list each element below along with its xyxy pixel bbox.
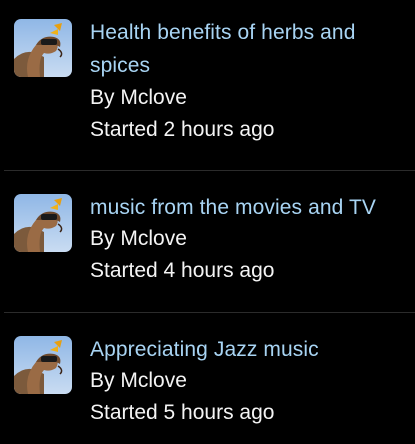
topic-title-link[interactable]: Health benefits of herbs and spices (90, 16, 411, 82)
by-label: By (90, 227, 115, 250)
topic-list: Health benefits of herbs and spices By M… (0, 0, 415, 444)
author-name-link[interactable]: Mclove (120, 86, 187, 109)
topic-author-line: By Mclove (90, 82, 411, 114)
topic-body: Appreciating Jazz music By Mclove Starte… (90, 335, 411, 429)
topic-title-link[interactable]: music from the movies and TV (90, 193, 411, 223)
topic-author-line: By Mclove (90, 223, 411, 255)
author-avatar[interactable] (14, 336, 72, 394)
topic-item: Appreciating Jazz music By Mclove Starte… (0, 313, 415, 444)
avatar-image-icon (14, 19, 72, 77)
author-name-link[interactable]: Mclove (120, 369, 187, 392)
topic-item: music from the movies and TV By Mclove S… (0, 171, 415, 312)
topic-started-time: Started 5 hours ago (90, 401, 275, 424)
topic-title-link[interactable]: Appreciating Jazz music (90, 335, 411, 365)
avatar-image-icon (14, 194, 72, 252)
topic-started-time: Started 2 hours ago (90, 118, 275, 141)
avatar-image-icon (14, 336, 72, 394)
by-label: By (90, 86, 115, 109)
author-name-link[interactable]: Mclove (120, 227, 187, 250)
topic-body: Health benefits of herbs and spices By M… (90, 16, 411, 146)
author-avatar[interactable] (14, 194, 72, 252)
topic-body: music from the movies and TV By Mclove S… (90, 193, 411, 287)
topic-item: Health benefits of herbs and spices By M… (0, 0, 415, 170)
author-avatar[interactable] (14, 19, 72, 77)
topic-author-line: By Mclove (90, 365, 411, 397)
by-label: By (90, 369, 115, 392)
topic-started-time: Started 4 hours ago (90, 259, 275, 282)
